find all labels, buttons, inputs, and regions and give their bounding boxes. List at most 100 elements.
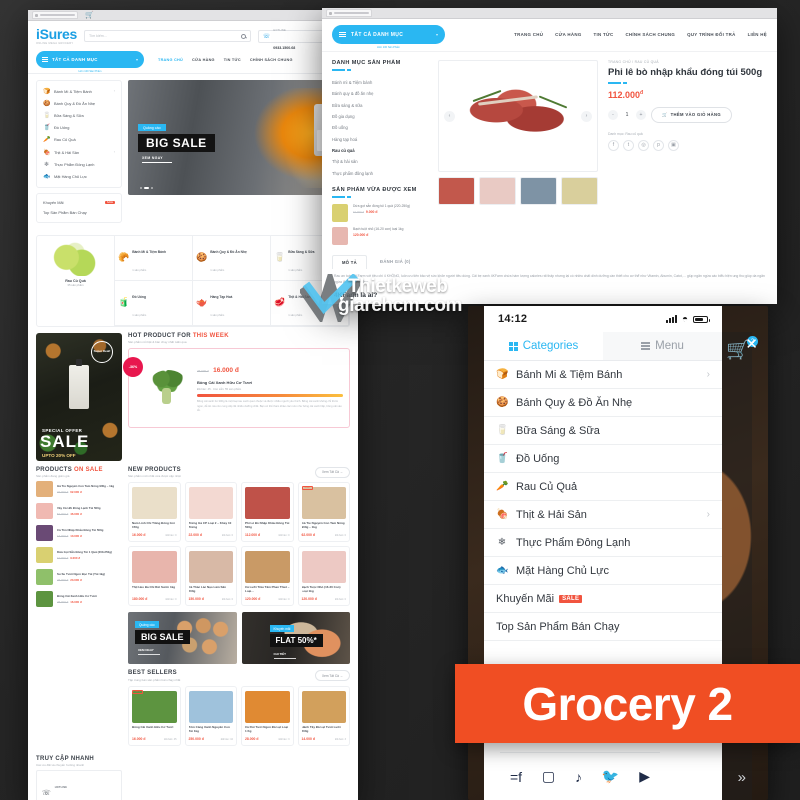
instagram-icon[interactable]: ◎ bbox=[638, 139, 649, 151]
facebook-icon[interactable]: =f bbox=[510, 769, 522, 785]
all-categories-button[interactable]: TẤT CẢ DANH MỤC ▾ Hơn 100 Sản Phẩm bbox=[36, 51, 144, 73]
linkedin-icon[interactable]: ▣ bbox=[668, 139, 679, 151]
promo-ad-panel[interactable]: Super Deal! SPECIAL OFFER SALE UPTO 20% … bbox=[36, 332, 122, 461]
list-item[interactable]: Dừa Gọt Sẵn Đóng Túi 1 Quả (200-250g) 10.… bbox=[36, 544, 122, 566]
tab-reviews[interactable]: ĐÁNH GIÁ (0) bbox=[371, 255, 420, 269]
nav-link-home[interactable]: TRANG CHỦ bbox=[514, 32, 543, 37]
sidebar-item[interactable]: Bánh quy & đồ ăn nhẹ bbox=[332, 88, 428, 99]
nav-link-policy[interactable]: CHÍNH SÁCH CHUNG bbox=[625, 32, 675, 37]
category-cell[interactable]: 🫖 Hàng Tạp Hoá 1 sản phẩm bbox=[193, 280, 271, 326]
desktop-homepage-window[interactable]: 🛒 iSures ONLINE MEGA GROCERY Tìm kiếm...… bbox=[28, 10, 358, 800]
category-cell[interactable]: 🧃 Đồ Uống 1 sản phẩm bbox=[115, 280, 193, 326]
product-card[interactable]: Phi Lê Bò Nhập Khẩu Đóng Túi 500g 112.000… bbox=[241, 482, 294, 543]
list-item[interactable]: Gà Tre Nguyên Con Tam Nông 900g – 1kg 72.… bbox=[36, 478, 122, 500]
mobile-cat-snacks[interactable]: 🍪 Bánh Quy & Đồ Ăn Nhẹ bbox=[484, 389, 722, 417]
mobile-cat-drinks[interactable]: 🥤 Đồ Uống bbox=[484, 445, 722, 473]
sidebar-item[interactable]: Đồ uống bbox=[332, 122, 428, 133]
banner-cta[interactable]: XEM NGAY bbox=[138, 648, 160, 655]
product-card[interactable]: Bạch Tuộc Nhỏ (16-20 Con) Loại 1kg 120.00… bbox=[297, 546, 350, 607]
category-feature-card[interactable]: Rau Củ Quả 35 sản phẩm bbox=[37, 235, 115, 326]
sidebar-item-promo[interactable]: Khuyến Mãi SALE bbox=[37, 198, 121, 208]
sidebar-item-meat[interactable]: 🍖 Thịt & Hải Sản › bbox=[37, 146, 121, 158]
product-card[interactable]: -36% Bông Cải Xanh Hữu Cơ Tươi 16.000 đ Đã … bbox=[128, 685, 181, 746]
gallery-prev-button[interactable]: ‹ bbox=[444, 110, 455, 122]
mobile-cat-frozen[interactable]: ❄ Thực Phẩm Đông Lạnh bbox=[484, 529, 722, 557]
recent-item[interactable]: Bạch tuột nhỏ (16-20 con) loại 1kg 120.0… bbox=[332, 226, 428, 245]
gallery-next-button[interactable]: › bbox=[581, 110, 592, 122]
breadcrumb[interactable]: TRANG CHỦ / RAU CỦ QUẢ bbox=[608, 60, 767, 64]
hot-product-card[interactable]: -36% 25.000 đ 16.000 đ Bông Cải Xanh Hữu… bbox=[123, 348, 350, 429]
product-tabs[interactable]: MÔ TẢ ĐÁNH GIÁ (0) bbox=[322, 254, 777, 269]
list-item[interactable]: Su Su Tươi Ngon Bọc Túi (Túi 1kg) 26.000 … bbox=[36, 566, 122, 588]
sidebar-item-snacks[interactable]: 🍪 Bánh Quy & Đồ Ăn Nhẹ bbox=[37, 97, 121, 109]
add-to-cart-button[interactable]: 🛒 THÊM VÀO GIỎ HÀNG bbox=[651, 106, 732, 123]
product-card[interactable]: Tôm Càng Xanh Nguyên Con Túi 1kg 250.000 … bbox=[184, 685, 237, 746]
list-item[interactable]: Bông Cải Xanh Hữu Cơ Tươi 25.000 đ 16.000 … bbox=[36, 588, 122, 610]
tab-menu[interactable]: Menu bbox=[603, 332, 722, 360]
thumbnail[interactable] bbox=[438, 177, 475, 205]
product-card[interactable]: Cá Thác Lác Nạo Làm Sẵn 500g 150.000 đ Đã … bbox=[184, 546, 237, 607]
nav-links[interactable]: TRANG CHỦ CỬA HÀNG TIN TỨC CHÍNH SÁCH CH… bbox=[158, 58, 293, 62]
sidebar-item-staples[interactable]: 🐟 Mặt Hàng Chủ Lực bbox=[37, 170, 121, 182]
sidebar-item-active[interactable]: Rau củ quả bbox=[332, 145, 428, 156]
product-thumbnails[interactable] bbox=[438, 177, 598, 205]
slider-dots[interactable] bbox=[140, 187, 153, 189]
quantity-stepper[interactable]: - 1 + bbox=[608, 109, 646, 120]
sidebar-item-frozen[interactable]: ❄ Thực Phẩm Đông Lạnh bbox=[37, 158, 121, 170]
search-input[interactable]: Tìm kiếm... bbox=[84, 30, 251, 42]
product-detail-window[interactable]: TẤT CẢ DANH MỤC ▾ Hơn 100 Sản Phẩm TRANG… bbox=[322, 8, 777, 304]
all-categories-button[interactable]: TẤT CẢ DANH MỤC ▾ Hơn 100 Sản Phẩm bbox=[332, 25, 445, 49]
product-main-image[interactable]: ‹ › bbox=[438, 60, 598, 172]
site-logo[interactable]: iSures ONLINE MEGA GROCERY bbox=[36, 27, 77, 45]
banner-flat-50[interactable]: Khuyến mãi FLAT 50%* CHI TIẾT bbox=[241, 612, 350, 665]
mobile-cat-staples[interactable]: 🐟 Mặt Hàng Chủ Lực bbox=[484, 557, 722, 585]
sidebar-item[interactable]: Thực phẩm đông lạnh bbox=[332, 168, 428, 179]
product-card[interactable]: Thịt Heo Ba Chỉ Rút Sườn 1kg 180.000 đ Đã … bbox=[128, 546, 181, 607]
twitter-icon[interactable]: 🐦 bbox=[602, 768, 619, 785]
nav-link-news[interactable]: TIN TỨC bbox=[224, 58, 241, 62]
product-card[interactable]: Trứng Gà CP Loại 2 – Khay 10 Trứng 22.000… bbox=[184, 482, 237, 543]
nav-link-home[interactable]: TRANG CHỦ bbox=[158, 58, 183, 62]
qty-increment-button[interactable]: + bbox=[636, 109, 646, 120]
sidebar-item-bakery[interactable]: 🍞 Bánh Mì & Tiệm Bánh › bbox=[37, 85, 121, 97]
view-all-best-button[interactable]: Xem Tất Cả → bbox=[314, 670, 350, 682]
list-item[interactable]: Cà Tím Nhập Khẩu Đóng Túi 500g 16.000 đ 13… bbox=[36, 522, 122, 544]
list-item[interactable]: Vây Cá Hồi Đông Lạnh Túi 500g 52.000 đ 46.… bbox=[36, 500, 122, 522]
banner-cta[interactable]: CHI TIẾT bbox=[273, 652, 296, 659]
nav-link-returns[interactable]: QUY TRÌNH ĐỔI TRẢ bbox=[687, 32, 735, 37]
sidebar-item-breakfast[interactable]: 🥛 Bữa Sáng & Sữa bbox=[37, 109, 121, 121]
sidebar-item[interactable]: Hàng tạp hoá bbox=[332, 133, 428, 144]
youtube-icon[interactable]: ▶ bbox=[639, 768, 650, 785]
mobile-tabs[interactable]: Categories Menu bbox=[484, 332, 722, 361]
search-icon[interactable] bbox=[240, 33, 246, 39]
mobile-footer-socials[interactable]: =f ▢ ♪ 🐦 ▶ bbox=[500, 752, 660, 800]
product-card[interactable]: -14% Gà Tre Nguyên Con Tam Nông 900g – 1k… bbox=[297, 482, 350, 543]
sidebar-item-vegetables[interactable]: 🥕 Rau Củ Quả bbox=[37, 134, 121, 146]
nav-link-shop[interactable]: CỬA HÀNG bbox=[192, 58, 215, 62]
mobile-cat-meat[interactable]: 🍖 Thịt & Hải Sản › bbox=[484, 501, 722, 529]
sidebar-item[interactable]: Đồ gia dụng bbox=[332, 111, 428, 122]
nav-links[interactable]: TRANG CHỦ CỬA HÀNG TIN TỨC CHÍNH SÁCH CH… bbox=[514, 32, 767, 37]
sidebar-item[interactable]: Bánh mì & Tiệm bánh bbox=[332, 77, 428, 88]
thumbnail[interactable] bbox=[479, 177, 516, 205]
sidebar-item[interactable]: Thịt & hải sản bbox=[332, 156, 428, 167]
tiktok-icon[interactable]: ♪ bbox=[575, 769, 582, 785]
mobile-cat-breakfast[interactable]: 🥛 Bữa Sáng & Sữa bbox=[484, 417, 722, 445]
mobile-cat-bakery[interactable]: 🍞 Bánh Mi & Tiệm Bánh › bbox=[484, 361, 722, 389]
mobile-cat-promo[interactable]: Khuyến Mãi SALE bbox=[484, 585, 722, 613]
product-card[interactable]: Cà Rốt Tươi Ngon Đà Lạt Loại 1 Kg 28.000 … bbox=[241, 685, 294, 746]
social-share[interactable]: f t ◎ p ▣ bbox=[608, 139, 767, 151]
thumbnail[interactable] bbox=[520, 177, 557, 205]
product-card[interactable]: Cá Lưỡi Trâu Tẩm Phan Thiết – Loại... 120… bbox=[241, 546, 294, 607]
thumbnail[interactable] bbox=[561, 177, 598, 205]
quick-access-hotline[interactable]: ☏HOTLINE0933.1500.68 bbox=[36, 770, 122, 800]
facebook-icon[interactable]: f bbox=[608, 139, 619, 151]
instagram-icon[interactable]: ▢ bbox=[542, 768, 555, 785]
cart-button[interactable]: 🛒 2 ✕ bbox=[716, 336, 760, 364]
qty-decrement-button[interactable]: - bbox=[608, 109, 618, 120]
sidebar-item-bestseller[interactable]: Top Sản Phẩm Bán Chạy bbox=[37, 208, 121, 218]
close-icon[interactable]: ✕ bbox=[745, 335, 758, 353]
recent-item[interactable]: Dừa gọt sẵn đóng túi 1 quả (220-250g) 10… bbox=[332, 203, 428, 222]
tab-description[interactable]: MÔ TẢ bbox=[332, 254, 367, 269]
view-all-new-button[interactable]: Xem Tất Cả → bbox=[314, 466, 350, 478]
